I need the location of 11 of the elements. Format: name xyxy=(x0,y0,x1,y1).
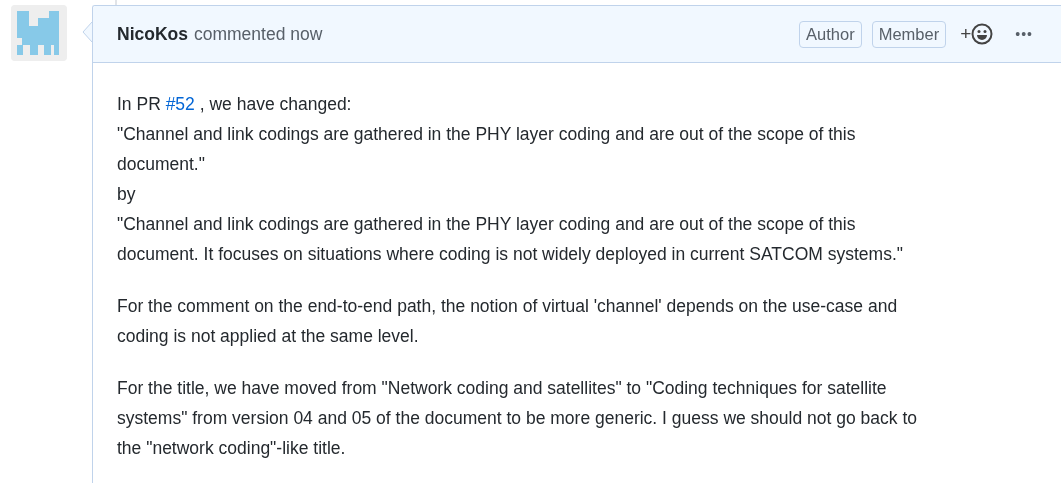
add-reaction-button[interactable]: + xyxy=(960,23,994,45)
smiley-icon xyxy=(971,23,994,45)
pr-link[interactable]: #52 xyxy=(165,94,195,114)
role-label: Author xyxy=(799,20,862,48)
comment-paragraph: For the title, we have moved from "Network coding and satellites" to "Coding techniques for satellite systems" from version 04 and 05 of the document to be more generic. I guess we should not go back to the "network coding"-like title. xyxy=(117,377,918,460)
author-name[interactable]: NicoKos xyxy=(117,23,188,45)
role-label: Member xyxy=(871,20,947,48)
more-options-button[interactable]: ••• xyxy=(1015,26,1033,42)
comment-paragraph: For the comment on the end-to-end path, the notion of virtual 'channel' depends on the use-case and coding is not applied at the same level. xyxy=(117,295,899,348)
comment-paragraph: In PR #52 , we have changed: "Channel and link codings are gathered in the PHY layer coding and are out of the scope of this document." by "Channel and link codings are gathered in the PHY layer coding and are out of the scope of this document. It focuses on situations where coding is not widely deployed in current SATCOM systems." xyxy=(117,93,904,266)
comment-time: commented now xyxy=(194,23,323,45)
